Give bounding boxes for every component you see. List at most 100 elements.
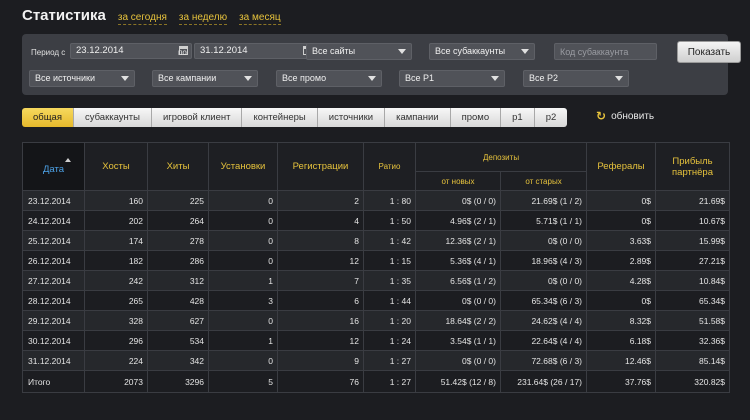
table-row: 26.12.2014 182 286 0 12 1 : 15 5.36$ (4 / 1) 18… [22, 250, 731, 271]
p2-select[interactable]: Все P2 [523, 70, 629, 87]
cell-installs: 1 [208, 270, 278, 291]
sites-select[interactable]: Все сайты [306, 43, 412, 60]
subaccounts-select[interactable]: Все субаккаунты [429, 43, 535, 60]
cell-date: 29.12.2014 [22, 310, 85, 331]
header-date[interactable]: Дата [22, 142, 85, 191]
cell-registrations: 16 [277, 310, 364, 331]
cell-ratio: 1 : 42 [363, 230, 416, 251]
cell-registrations: 6 [277, 290, 364, 311]
total-partner-profit: 320.82$ [655, 370, 731, 393]
header-referrals[interactable]: Рефералы [586, 142, 657, 191]
subaccount-code-input[interactable] [554, 43, 657, 60]
cell-from-old: 5.71$ (1 / 1) [499, 210, 588, 231]
tab-p1[interactable]: p1 [501, 108, 535, 127]
table-row: 30.12.2014 296 534 1 12 1 : 24 3.54$ (1 / 1) 22… [22, 330, 731, 351]
tab-subaccounts[interactable]: субаккаунты [73, 108, 152, 127]
total-from-new: 51.42$ (12 / 8) [415, 370, 501, 393]
tab-game-client[interactable]: игровой клиент [151, 108, 243, 127]
show-button[interactable]: Показать [677, 41, 741, 63]
campaigns-select[interactable]: Все кампании [152, 70, 258, 87]
cell-date: 23.12.2014 [22, 190, 85, 211]
promo-select-value: Все промо [282, 73, 327, 83]
header-hits[interactable]: Хиты [147, 142, 209, 191]
date-to-field[interactable]: 31.12.2014 [194, 43, 316, 59]
page-header: Статистика за сегодня за неделю за месяц [22, 7, 293, 27]
cell-hits: 428 [147, 290, 209, 311]
cell-ratio: 1 : 80 [363, 190, 416, 211]
cell-from-new: 4.96$ (2 / 1) [415, 210, 501, 231]
cell-registrations: 12 [277, 250, 364, 271]
table-row: 31.12.2014 224 342 0 9 1 : 27 0$ (0 / 0) 72.68$… [22, 350, 731, 371]
table-row: 28.12.2014 265 428 3 6 1 : 44 0$ (0 / 0) 65.34$… [22, 290, 731, 311]
refresh-button[interactable]: ↻ обновить [596, 110, 654, 122]
page-title: Статистика [22, 7, 106, 24]
header-hosts[interactable]: Хосты [84, 142, 148, 191]
tab-sources[interactable]: источники [317, 108, 386, 127]
tab-general[interactable]: общая [22, 108, 74, 127]
cell-date: 30.12.2014 [22, 330, 85, 351]
chevron-down-icon [521, 49, 529, 54]
campaigns-select-value: Все кампании [158, 73, 217, 83]
report-tabs: общая субаккаунты игровой клиент контейн… [22, 108, 568, 127]
header-from-old[interactable]: от старых [499, 171, 588, 191]
cell-ratio: 1 : 50 [363, 210, 416, 231]
cell-installs: 3 [208, 290, 278, 311]
link-month[interactable]: за месяц [239, 12, 281, 25]
tab-p2[interactable]: p2 [534, 108, 568, 127]
period-label: Период с [31, 48, 66, 57]
sites-select-value: Все сайты [312, 46, 356, 56]
chevron-down-icon [398, 49, 406, 54]
cell-referrals: 0$ [586, 210, 657, 231]
cell-referrals: 0$ [586, 190, 657, 211]
cell-date: 31.12.2014 [22, 350, 85, 371]
cell-date: 24.12.2014 [22, 210, 85, 231]
cell-installs: 1 [208, 330, 278, 351]
sort-up-icon [64, 158, 71, 162]
header-installs[interactable]: Установки [208, 142, 278, 191]
header-partner-profit[interactable]: Прибыль партнёра [655, 142, 731, 191]
header-from-new[interactable]: от новых [415, 171, 501, 191]
total-registrations: 76 [277, 370, 364, 393]
link-today[interactable]: за сегодня [117, 12, 167, 25]
cell-registrations: 7 [277, 270, 364, 291]
cell-from-new: 0$ (0 / 0) [415, 190, 501, 211]
cell-date: 27.12.2014 [22, 270, 85, 291]
cell-from-new: 0$ (0 / 0) [415, 290, 501, 311]
cell-from-old: 0$ (0 / 0) [499, 230, 588, 251]
promo-select[interactable]: Все промо [276, 70, 382, 87]
cell-referrals: 4.28$ [586, 270, 657, 291]
sources-select[interactable]: Все источники [29, 70, 135, 87]
filter-panel: Период с 23.12.2014 по 31.12.2014 Все са… [22, 34, 741, 95]
sources-select-value: Все источники [35, 73, 96, 83]
cell-ratio: 1 : 15 [363, 250, 416, 271]
cell-from-new: 0$ (0 / 0) [415, 350, 501, 371]
header-registrations[interactable]: Регистрации [277, 142, 364, 191]
cell-from-old: 18.96$ (4 / 3) [499, 250, 588, 271]
cell-referrals: 0$ [586, 290, 657, 311]
stats-table: Дата Хосты Хиты Установки Регистрации Ра… [22, 142, 731, 393]
cell-ratio: 1 : 20 [363, 310, 416, 331]
cell-installs: 0 [208, 250, 278, 271]
tab-containers[interactable]: контейнеры [242, 108, 318, 127]
cell-hits: 264 [147, 210, 209, 231]
cell-ratio: 1 : 35 [363, 270, 416, 291]
date-from-field[interactable]: 23.12.2014 [70, 43, 192, 59]
p1-select[interactable]: Все P1 [399, 70, 505, 87]
to-label: по [178, 48, 187, 57]
link-week[interactable]: за неделю [178, 12, 228, 25]
total-ratio: 1 : 27 [363, 370, 416, 393]
cell-hosts: 328 [84, 310, 148, 331]
cell-partner-profit: 65.34$ [655, 290, 731, 311]
cell-hits: 286 [147, 250, 209, 271]
cell-hits: 342 [147, 350, 209, 371]
tab-promo[interactable]: промо [450, 108, 502, 127]
cell-hosts: 202 [84, 210, 148, 231]
cell-referrals: 6.18$ [586, 330, 657, 351]
tab-campaigns[interactable]: кампании [385, 108, 451, 127]
cell-date: 28.12.2014 [22, 290, 85, 311]
cell-hosts: 174 [84, 230, 148, 251]
header-ratio[interactable]: Ратио [363, 142, 416, 191]
cell-referrals: 12.46$ [586, 350, 657, 371]
cell-installs: 0 [208, 190, 278, 211]
cell-hosts: 160 [84, 190, 148, 211]
